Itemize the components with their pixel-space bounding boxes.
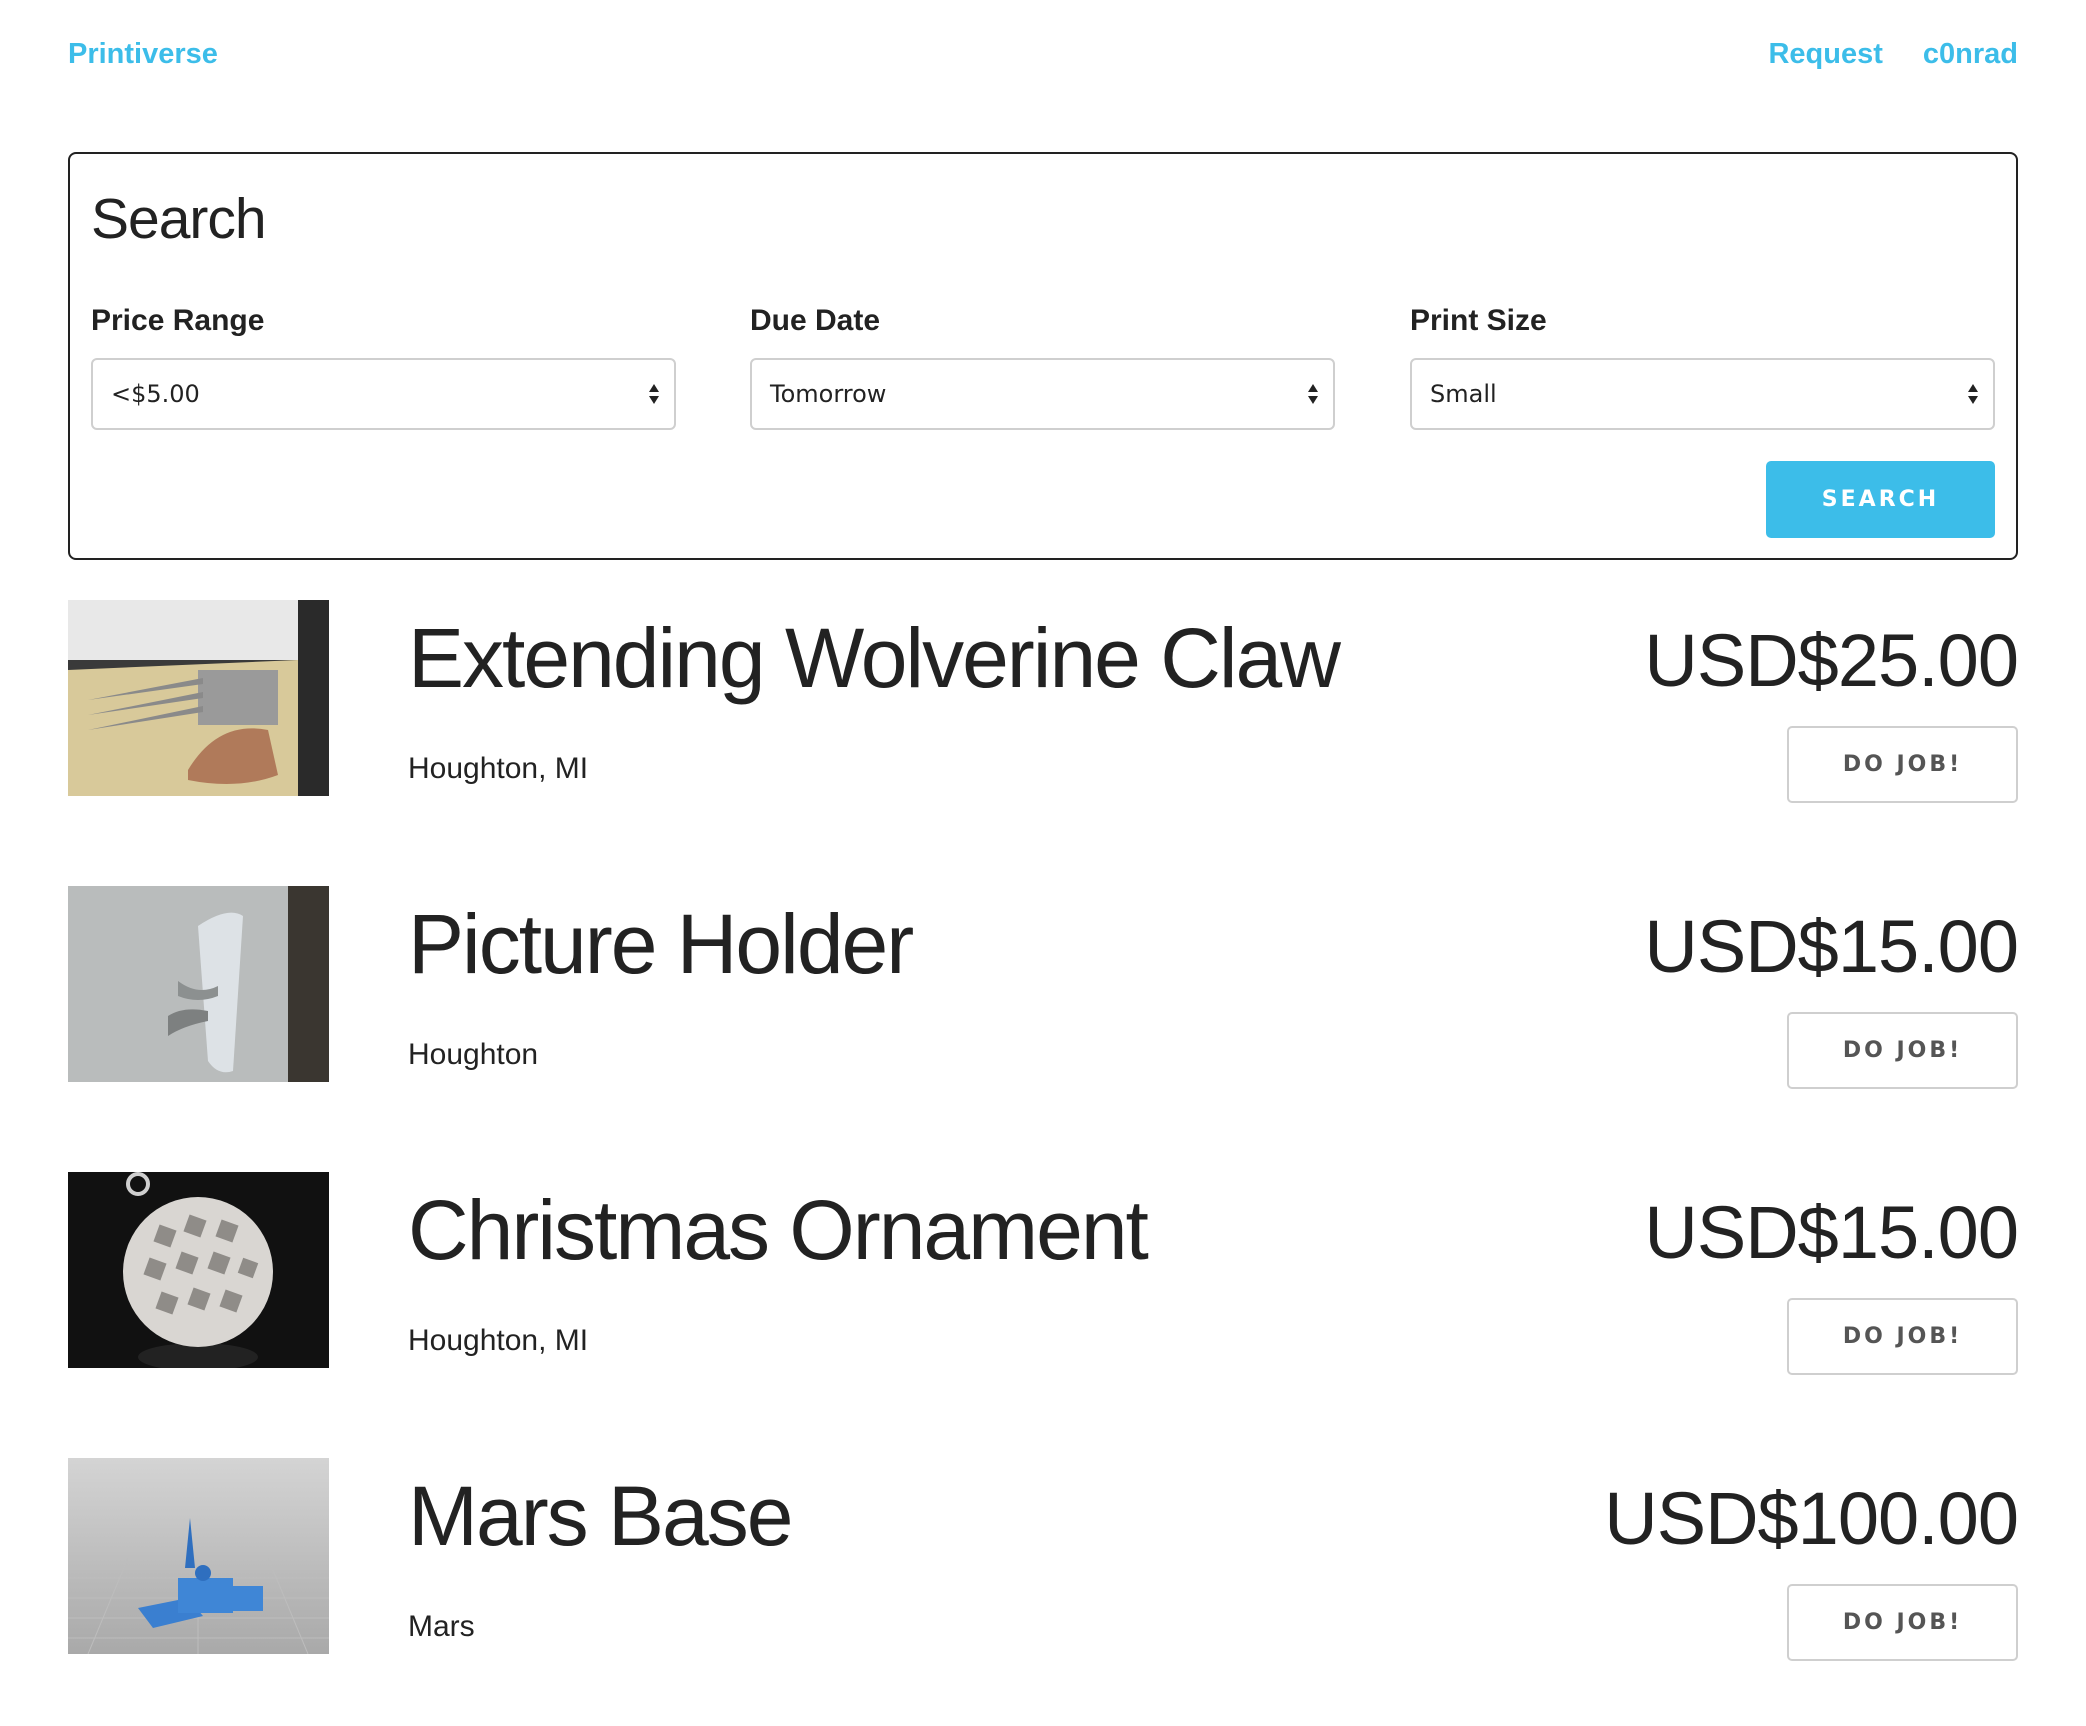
listing-thumbnail[interactable] [68, 600, 329, 796]
do-job-button[interactable]: DO JOB! [1787, 1298, 2018, 1375]
due-date-field: Due Date Tomorrow [750, 304, 1335, 430]
listing-thumbnail[interactable] [68, 1172, 329, 1368]
listing-item: Picture Holder Houghton USD$15.00 DO JOB… [68, 886, 2019, 1089]
listing-title[interactable]: Extending Wolverine Claw [408, 610, 1341, 707]
print-size-value: Small [1430, 380, 1497, 408]
listing-location: Houghton, MI [408, 1324, 589, 1357]
brand-link[interactable]: Printiverse [68, 38, 218, 71]
price-range-value: <$5.00 [111, 380, 200, 408]
listing-price: USD$15.00 [1644, 905, 2019, 988]
listing-location: Mars [408, 1610, 475, 1643]
listing-location: Houghton, MI [408, 752, 589, 785]
nav-link-request[interactable]: Request [1768, 38, 1882, 71]
listing-item: Extending Wolverine Claw Houghton, MI US… [68, 600, 2019, 803]
print-size-label: Print Size [1410, 304, 1547, 337]
nav-links: Request c0nrad [1768, 38, 2018, 71]
listing-thumbnail[interactable] [68, 1458, 329, 1654]
nav-link-user[interactable]: c0nrad [1923, 38, 2018, 71]
listing-title[interactable]: Mars Base [408, 1468, 793, 1565]
listing-title[interactable]: Christmas Ornament [408, 1182, 1149, 1279]
search-panel: Search Price Range <$5.00 Due Date Tomor… [68, 152, 2018, 560]
select-arrows-icon [1307, 383, 1319, 405]
listing-location: Houghton [408, 1038, 539, 1071]
select-arrows-icon [1967, 383, 1979, 405]
price-range-field: Price Range <$5.00 [91, 304, 676, 430]
listing-price: USD$15.00 [1644, 1191, 2019, 1274]
do-job-button[interactable]: DO JOB! [1787, 1012, 2018, 1089]
search-button[interactable]: SEARCH [1766, 461, 1995, 538]
print-size-field: Print Size Small [1410, 304, 1995, 430]
search-title: Search [91, 187, 267, 251]
due-date-select[interactable]: Tomorrow [750, 358, 1335, 430]
listing-title[interactable]: Picture Holder [408, 896, 914, 993]
select-arrows-icon [648, 383, 660, 405]
listing-item: Mars Base Mars USD$100.00 DO JOB! [68, 1458, 2019, 1661]
listing-price: USD$100.00 [1604, 1477, 2019, 1560]
do-job-button[interactable]: DO JOB! [1787, 726, 2018, 803]
listing-thumbnail[interactable] [68, 886, 329, 1082]
do-job-button[interactable]: DO JOB! [1787, 1584, 2018, 1661]
due-date-label: Due Date [750, 304, 881, 337]
listing-price: USD$25.00 [1644, 619, 2019, 702]
listing-item: Christmas Ornament Houghton, MI USD$15.0… [68, 1172, 2019, 1375]
price-range-label: Price Range [91, 304, 265, 337]
due-date-value: Tomorrow [770, 380, 887, 408]
price-range-select[interactable]: <$5.00 [91, 358, 676, 430]
print-size-select[interactable]: Small [1410, 358, 1995, 430]
top-nav: Printiverse Request c0nrad [68, 38, 2018, 78]
